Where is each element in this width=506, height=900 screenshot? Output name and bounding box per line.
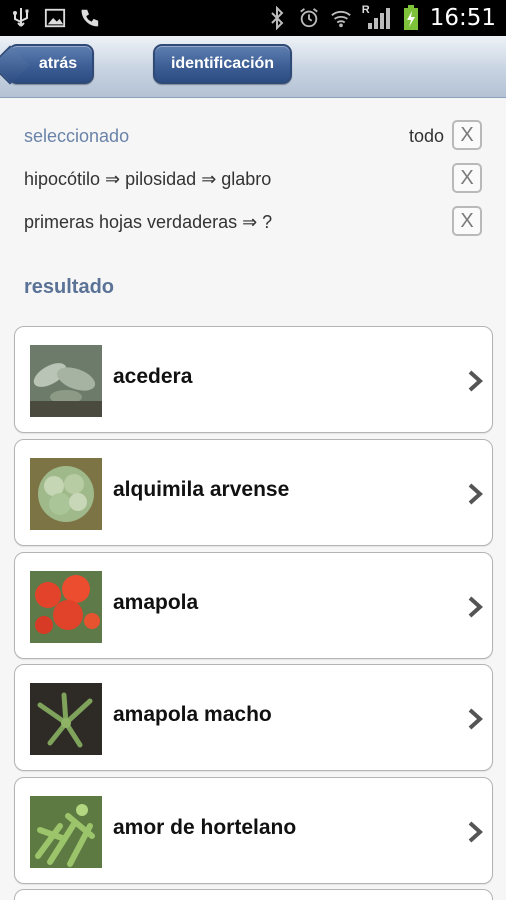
selection-row-text: primeras hojas verdaderas ⇒ ? — [24, 211, 273, 232]
image-icon — [44, 6, 66, 30]
close-icon: X — [460, 166, 474, 189]
plant-thumbnail — [30, 458, 102, 530]
close-icon: X — [460, 209, 474, 232]
list-item[interactable]: amor de hortelano — [14, 777, 493, 884]
list-item[interactable]: acedera — [14, 326, 493, 433]
list-item[interactable]: alquimila arvense — [14, 439, 493, 546]
list-item[interactable] — [14, 889, 493, 900]
remove-selection-button[interactable]: X — [452, 163, 482, 193]
chevron-right-icon — [468, 821, 483, 843]
list-item-label: amor de hortelano — [113, 816, 297, 839]
bluetooth-icon — [266, 6, 288, 30]
chevron-right-icon — [468, 596, 483, 618]
list-item-label: acedera — [113, 365, 193, 388]
signal-roaming-label: R — [361, 4, 370, 16]
chevron-right-icon — [468, 370, 483, 392]
plant-thumbnail — [30, 345, 102, 417]
list-item-label: amapola macho — [113, 703, 272, 726]
clock: 16:51 — [429, 5, 496, 31]
alarm-icon — [298, 6, 320, 30]
back-button-label: atrás — [38, 55, 78, 72]
clear-all-label: todo — [408, 126, 444, 146]
list-item-label: alquimila arvense — [113, 478, 290, 501]
list-item-label: amapola — [113, 591, 199, 614]
plant-thumbnail — [30, 683, 102, 755]
wifi-icon — [330, 6, 352, 30]
close-icon: X — [460, 123, 474, 146]
back-button[interactable]: atrás — [8, 44, 94, 84]
app-header: atrás identificación — [0, 36, 506, 98]
signal-icon: R — [361, 4, 392, 30]
list-item[interactable]: amapola macho — [14, 664, 493, 771]
remove-selection-button[interactable]: X — [452, 206, 482, 236]
status-bar: R 16:51 — [0, 0, 506, 36]
selection-row: primeras hojas verdaderas ⇒ ? X — [24, 206, 482, 238]
identification-button-label: identificación — [170, 55, 275, 72]
plant-thumbnail — [30, 796, 102, 868]
result-title: resultado — [24, 276, 115, 298]
usb-icon — [10, 6, 32, 30]
list-item[interactable]: amapola — [14, 552, 493, 659]
phone-icon — [78, 6, 100, 30]
battery-icon — [402, 5, 420, 30]
selection-title: seleccionado — [24, 125, 130, 146]
selection-row-text: hipocótilo ⇒ pilosidad ⇒ glabro — [24, 168, 272, 189]
selection-row: hipocótilo ⇒ pilosidad ⇒ glabro X — [24, 163, 482, 195]
chevron-right-icon — [468, 483, 483, 505]
chevron-right-icon — [468, 708, 483, 730]
selection-header-row: seleccionado todo X — [24, 120, 482, 152]
identification-button[interactable]: identificación — [153, 44, 292, 84]
clear-all-button[interactable]: X — [452, 120, 482, 150]
plant-thumbnail — [30, 571, 102, 643]
